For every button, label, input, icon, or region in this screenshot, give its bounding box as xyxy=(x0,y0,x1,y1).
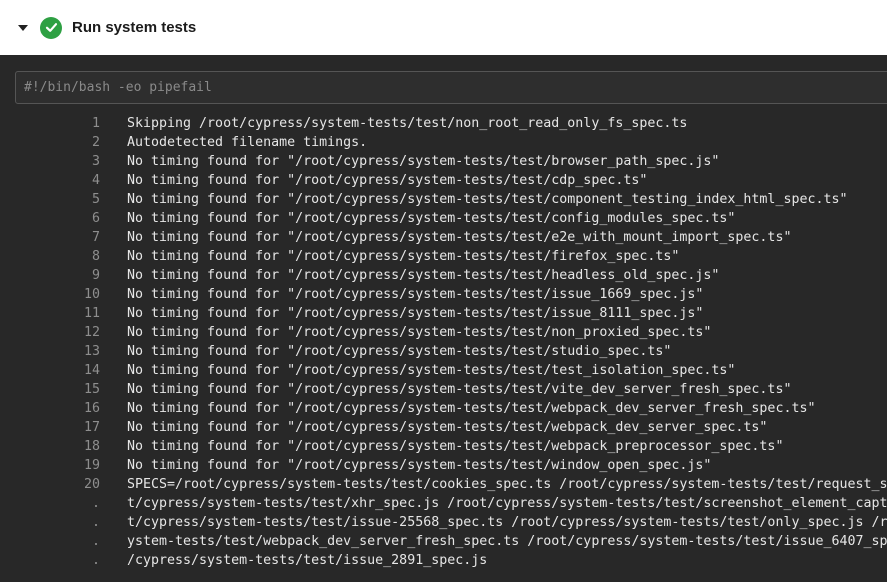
command-box: #!/bin/bash -eo pipefail xyxy=(15,71,887,104)
line-number[interactable]: 4 xyxy=(0,171,100,190)
log-output: 1 Skipping /root/cypress/system-tests/tes… xyxy=(0,114,887,570)
line-number[interactable]: 10 xyxy=(0,285,100,304)
line-number[interactable]: 17 xyxy=(0,418,100,437)
log-line: 13 No timing found for "/root/cypress/sys… xyxy=(0,342,887,361)
success-check-icon xyxy=(40,16,62,39)
log-line: 2 Autodetected filename timings. xyxy=(0,133,887,152)
log-line: . t/cypress/system-tests/test/xhr_spec.js… xyxy=(0,494,887,513)
log-line: 18 No timing found for "/root/cypress/sys… xyxy=(0,437,887,456)
log-text: No timing found for "/root/cypress/syste… xyxy=(127,382,792,397)
line-number[interactable]: 15 xyxy=(0,380,100,399)
line-number[interactable]: 18 xyxy=(0,437,100,456)
line-number[interactable]: 8 xyxy=(0,247,100,266)
log-text: t/cypress/system-tests/test/issue-25568_… xyxy=(127,515,887,530)
log-line: . t/cypress/system-tests/test/issue-25568… xyxy=(0,513,887,532)
log-text: No timing found for "/root/cypress/syste… xyxy=(127,211,736,226)
log-text: ystem-tests/test/webpack_dev_server_fres… xyxy=(127,534,887,549)
log-line: 5 No timing found for "/root/cypress/syst… xyxy=(0,190,887,209)
log-text: No timing found for "/root/cypress/syste… xyxy=(127,401,816,416)
line-number[interactable]: 11 xyxy=(0,304,100,323)
line-number[interactable]: 12 xyxy=(0,323,100,342)
line-number[interactable]: . xyxy=(0,532,100,551)
log-text: No timing found for "/root/cypress/syste… xyxy=(127,325,712,340)
log-text: No timing found for "/root/cypress/syste… xyxy=(127,420,768,435)
log-text: Skipping /root/cypress/system-tests/test… xyxy=(127,116,688,131)
log-line: 11 No timing found for "/root/cypress/sys… xyxy=(0,304,887,323)
log-line: 6 No timing found for "/root/cypress/syst… xyxy=(0,209,887,228)
line-number[interactable]: 20 xyxy=(0,475,100,494)
log-line: 1 Skipping /root/cypress/system-tests/tes… xyxy=(0,114,887,133)
log-text: t/cypress/system-tests/test/xhr_spec.js … xyxy=(127,496,887,511)
line-number[interactable]: 14 xyxy=(0,361,100,380)
log-text: No timing found for "/root/cypress/syste… xyxy=(127,230,792,245)
log-line: 8 No timing found for "/root/cypress/syst… xyxy=(0,247,887,266)
log-text: No timing found for "/root/cypress/syste… xyxy=(127,458,712,473)
log-line: 9 No timing found for "/root/cypress/syst… xyxy=(0,266,887,285)
line-number[interactable]: 7 xyxy=(0,228,100,247)
log-line: 10 No timing found for "/root/cypress/sys… xyxy=(0,285,887,304)
log-line: 14 No timing found for "/root/cypress/sys… xyxy=(0,361,887,380)
log-text: No timing found for "/root/cypress/syste… xyxy=(127,306,704,321)
log-line: . ystem-tests/test/webpack_dev_server_fre… xyxy=(0,532,887,551)
line-number[interactable]: . xyxy=(0,513,100,532)
line-number[interactable]: 3 xyxy=(0,152,100,171)
line-number[interactable]: 19 xyxy=(0,456,100,475)
log-text: No timing found for "/root/cypress/syste… xyxy=(127,344,672,359)
step-title: Run system tests xyxy=(72,19,197,36)
log-text: No timing found for "/root/cypress/syste… xyxy=(127,268,720,283)
log-text: SPECS=/root/cypress/system-tests/test/co… xyxy=(127,477,887,492)
line-number[interactable]: 2 xyxy=(0,133,100,152)
line-number[interactable]: 13 xyxy=(0,342,100,361)
log-text: No timing found for "/root/cypress/syste… xyxy=(127,363,736,378)
log-line: 3 No timing found for "/root/cypress/syst… xyxy=(0,152,887,171)
log-line: 4 No timing found for "/root/cypress/syst… xyxy=(0,171,887,190)
line-number[interactable]: 6 xyxy=(0,209,100,228)
log-text: No timing found for "/root/cypress/syste… xyxy=(127,287,704,302)
log-text: No timing found for "/root/cypress/syste… xyxy=(127,439,784,454)
log-text: No timing found for "/root/cypress/syste… xyxy=(127,192,848,207)
line-number[interactable]: . xyxy=(0,494,100,513)
step-header[interactable]: Run system tests xyxy=(0,0,887,55)
log-line: . /cypress/system-tests/test/issue_2891_s… xyxy=(0,551,887,570)
line-number[interactable]: 5 xyxy=(0,190,100,209)
caret-down-icon[interactable] xyxy=(18,24,28,31)
log-line: 16 No timing found for "/root/cypress/sys… xyxy=(0,399,887,418)
log-line: 15 No timing found for "/root/cypress/sys… xyxy=(0,380,887,399)
log-text: /cypress/system-tests/test/issue_2891_sp… xyxy=(127,553,488,568)
log-line: 20 SPECS=/root/cypress/system-tests/test/… xyxy=(0,475,887,494)
line-number[interactable]: 9 xyxy=(0,266,100,285)
line-number[interactable]: . xyxy=(0,551,100,570)
log-text: No timing found for "/root/cypress/syste… xyxy=(127,173,648,188)
log-text: Autodetected filename timings. xyxy=(127,135,368,150)
log-line: 7 No timing found for "/root/cypress/syst… xyxy=(0,228,887,247)
log-line: 12 No timing found for "/root/cypress/sys… xyxy=(0,323,887,342)
line-number[interactable]: 1 xyxy=(0,114,100,133)
line-number[interactable]: 16 xyxy=(0,399,100,418)
log-line: 17 No timing found for "/root/cypress/sys… xyxy=(0,418,887,437)
log-text: No timing found for "/root/cypress/syste… xyxy=(127,249,680,264)
log-line: 19 No timing found for "/root/cypress/sys… xyxy=(0,456,887,475)
log-text: No timing found for "/root/cypress/syste… xyxy=(127,154,720,169)
